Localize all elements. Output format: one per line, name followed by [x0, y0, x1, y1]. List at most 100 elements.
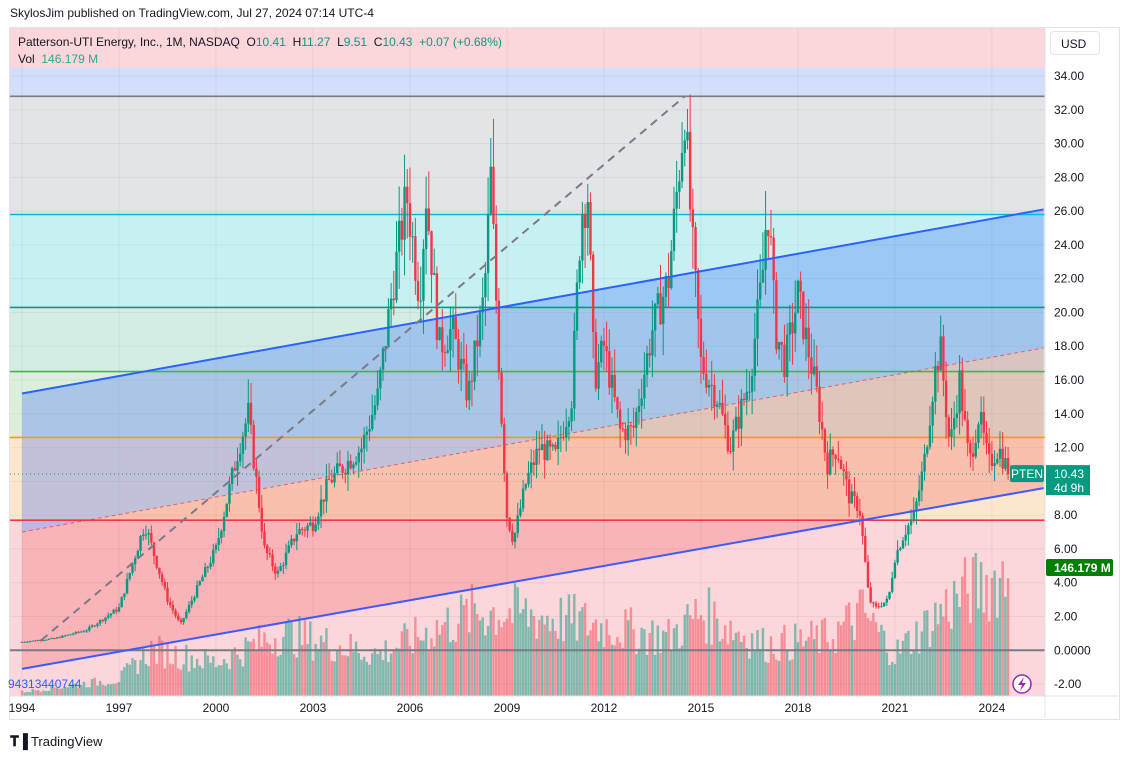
candle-body: [249, 402, 253, 425]
candle-body: [120, 597, 123, 608]
candle-body: [823, 429, 827, 453]
volume-bar: [306, 643, 309, 696]
currency-button[interactable]: USD: [1050, 31, 1100, 55]
volume-bar: [271, 653, 274, 696]
price-tick-label: 24.00: [1054, 238, 1084, 252]
volume-bar: [527, 626, 530, 696]
volume-bar: [594, 619, 598, 696]
candle-body: [322, 499, 325, 502]
candle-body: [608, 351, 611, 388]
candle-body: [780, 342, 783, 345]
volume-bar: [543, 624, 546, 696]
candle-body: [998, 448, 1002, 459]
candle-body: [699, 318, 703, 357]
candle-body: [260, 507, 263, 532]
candle-body: [759, 282, 762, 300]
volume-bar: [109, 684, 113, 696]
change-value: +0.07 (+0.68%): [419, 35, 502, 49]
last-price-text: 10.43: [1054, 467, 1084, 481]
volume-bar: [476, 614, 479, 696]
candle-body: [540, 444, 544, 451]
volume-bar: [872, 612, 875, 696]
volume-bar: [274, 638, 277, 696]
volume-bar: [540, 615, 544, 696]
volume-bar: [521, 608, 525, 696]
volume-bar: [333, 661, 336, 696]
candle-body: [497, 300, 501, 373]
volume-bar: [494, 634, 498, 696]
volume-bar: [591, 622, 595, 696]
volume-bar: [874, 622, 878, 696]
candle-body: [85, 630, 88, 632]
volume-bar: [174, 646, 177, 696]
volume-bar: [923, 610, 926, 696]
candle-body: [950, 429, 953, 437]
volume-bar: [395, 647, 398, 696]
volume-bar: [979, 562, 983, 696]
lightning-icon[interactable]: [1012, 674, 1032, 694]
volume-bar: [575, 640, 579, 696]
candle-body: [236, 461, 239, 471]
candle-body: [133, 558, 137, 565]
candle-body: [777, 342, 781, 350]
volume-bar: [144, 664, 148, 696]
volume-bar: [969, 623, 972, 696]
volume-bar: [292, 654, 296, 696]
candle-body: [373, 405, 377, 415]
candle-body: [637, 405, 641, 412]
volume-bar: [371, 653, 374, 696]
volume-bar: [330, 660, 334, 696]
candle-body: [850, 491, 854, 504]
volume-bar: [438, 634, 441, 696]
volume-bar: [133, 660, 137, 696]
volume-bar: [400, 631, 404, 696]
candle-body: [381, 348, 385, 370]
candle-body: [1004, 458, 1007, 469]
candle-body: [837, 458, 840, 460]
candle-body: [794, 312, 797, 334]
volume-bar: [42, 690, 45, 696]
volume-bar: [847, 602, 851, 696]
candle-body: [150, 532, 153, 543]
candle-body: [185, 611, 188, 619]
candle-body: [931, 401, 934, 426]
candle-body: [71, 633, 75, 635]
candle-body: [505, 473, 509, 518]
volume-bar: [513, 583, 517, 696]
volume-bar: [893, 664, 897, 696]
volume-bar: [190, 655, 193, 696]
volume-bar: [974, 553, 977, 696]
candle-body: [740, 398, 743, 429]
volume-bar: [710, 644, 713, 696]
volume-bar: [745, 647, 748, 696]
candle-body: [594, 331, 598, 389]
candle-body: [621, 428, 624, 430]
volume-bar: [185, 644, 188, 696]
volume-bar: [756, 630, 759, 696]
price-tick-label: 14.00: [1054, 407, 1084, 421]
candle-body: [166, 587, 169, 602]
volume-bar: [397, 648, 401, 696]
candle-body: [629, 425, 633, 427]
candle-body: [734, 416, 738, 431]
volume-bar: [352, 651, 355, 696]
volume-bar: [904, 633, 907, 696]
volume-bar: [481, 617, 484, 696]
volume-bar: [327, 651, 331, 696]
volume-bar: [567, 594, 571, 696]
candle-body: [371, 414, 374, 429]
volume-bar: [150, 640, 153, 696]
low-label: L: [337, 35, 344, 49]
symbol-description[interactable]: Patterson-UTI Energy, Inc., 1M, NASDAQ: [18, 35, 240, 49]
volume-bar: [263, 632, 266, 696]
candle-body: [589, 202, 592, 255]
candle-body: [524, 484, 528, 489]
candle-body: [93, 625, 96, 627]
volume-bar: [160, 640, 164, 696]
candle-body: [651, 330, 654, 356]
countdown-text: 4d 9h: [1054, 481, 1084, 495]
volume-bar: [26, 691, 29, 696]
price-chart[interactable]: 34.00 32.00 30.00 28.00 26.00 24.00 22.00 20.00…: [0, 0, 1129, 759]
time-tick-label: 2006: [397, 701, 424, 715]
volume-bar: [478, 620, 482, 696]
